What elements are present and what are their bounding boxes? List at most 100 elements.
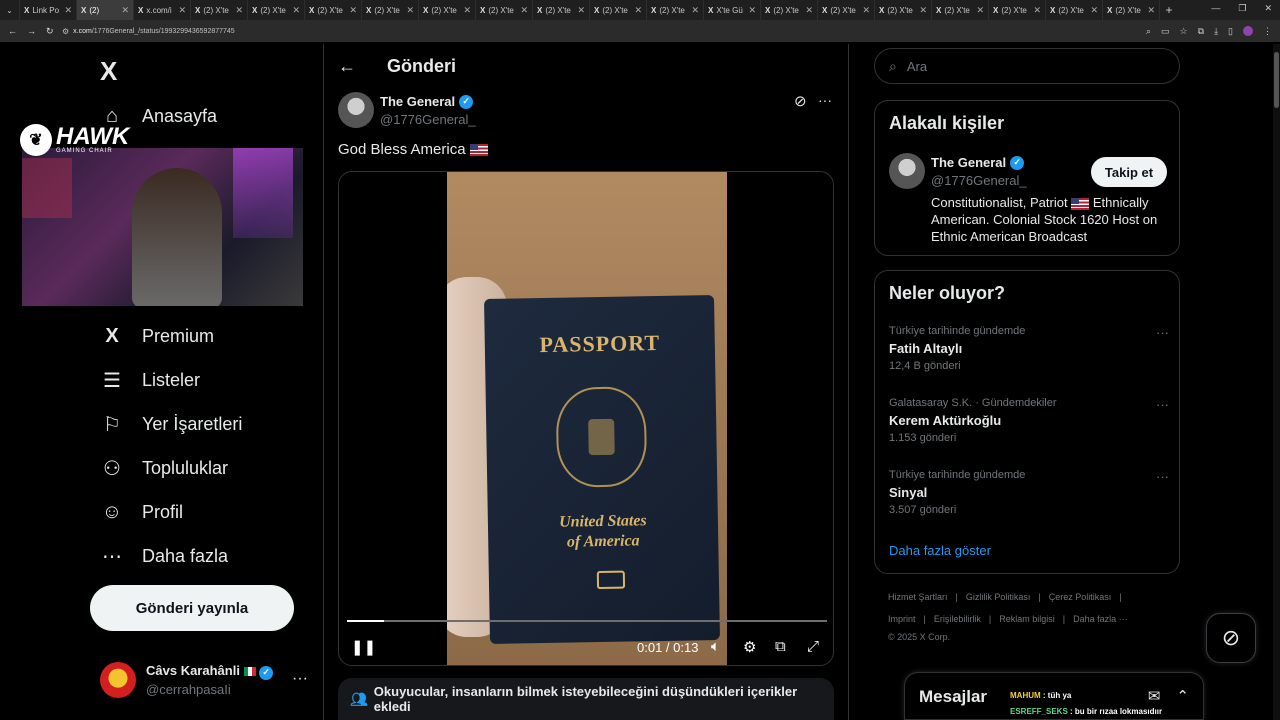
footer-link[interactable]: Reklam bilgisi [999, 614, 1055, 624]
tab-close-icon[interactable]: ✕ [748, 5, 756, 16]
footer-link[interactable]: Hizmet Şartları [888, 592, 948, 602]
browser-tab[interactable]: X (2) X'te ✕ [305, 0, 362, 20]
tab-close-icon[interactable]: ✕ [577, 5, 585, 16]
browser-tab[interactable]: X (2) X'te ✕ [989, 0, 1046, 20]
tab-close-icon[interactable]: ✕ [349, 5, 357, 16]
browser-tab[interactable]: X (2) X'te ✕ [761, 0, 818, 20]
star-icon[interactable]: ☆ [1180, 26, 1188, 37]
tab-close-icon[interactable]: ✕ [862, 5, 870, 16]
download-icon[interactable]: ⤓ [1214, 26, 1218, 37]
profile-avatar[interactable] [1243, 26, 1253, 36]
browser-tab[interactable]: X (2) X'te ✕ [647, 0, 704, 20]
tab-close-icon[interactable]: ✕ [292, 5, 300, 16]
x-logo-icon[interactable]: X [100, 56, 117, 87]
browser-tab[interactable]: X (2) X'te ✕ [191, 0, 248, 20]
expand-icon[interactable]: ⌃ [1176, 687, 1189, 705]
account-switcher[interactable]: Câvs Karahânli ✓ @cerrahpasaIi ··· [100, 658, 320, 702]
trend-item[interactable]: Türkiye tarihinde gündemde Sinyal 3.507 … [889, 469, 1169, 516]
post-button[interactable]: Gönderi yayınla [90, 585, 294, 631]
reload-icon[interactable]: ↻ [46, 26, 54, 37]
tab-close-icon[interactable]: ✕ [406, 5, 414, 16]
browser-tab[interactable]: X (2) X'te ✕ [590, 0, 647, 20]
browser-tab[interactable]: X (2) ✕ [77, 0, 134, 20]
search-input[interactable]: ⌕ Ara [874, 48, 1180, 84]
footer-link[interactable]: Erişilebilirlik [934, 614, 981, 624]
account-more-icon[interactable]: ··· [292, 670, 308, 688]
browser-tab[interactable]: X (2) X'te ✕ [932, 0, 989, 20]
grok-icon[interactable]: ⊘ [794, 92, 807, 110]
footer-link[interactable]: Daha fazla ··· [1073, 614, 1128, 624]
nav-profile[interactable]: ☺ Profil [100, 500, 183, 524]
browser-tab[interactable]: X (2) X'te ✕ [248, 0, 305, 20]
tab-close-icon[interactable]: ✕ [1147, 5, 1155, 16]
community-note[interactable]: 👥︎ Okuyucular, insanların bilmek isteyeb… [338, 678, 834, 720]
tab-close-icon[interactable]: ✕ [121, 5, 129, 16]
browser-tab[interactable]: X Link Po ✕ [20, 0, 77, 20]
tab-close-icon[interactable]: ✕ [976, 5, 984, 16]
zoom-icon[interactable]: ⌕ [1146, 26, 1151, 37]
volume-icon[interactable]: 🔈︎ [711, 638, 720, 655]
settings-gear-icon[interactable]: ⚙ [743, 638, 756, 656]
page-scrollbar[interactable] [1273, 44, 1280, 720]
browser-tab[interactable]: X (2) X'te ✕ [533, 0, 590, 20]
related-handle[interactable]: @1776General_ [931, 173, 1027, 188]
related-avatar[interactable] [889, 153, 925, 189]
pip-icon[interactable]: ⧉ [775, 638, 786, 655]
browser-tab[interactable]: X (2) X'te ✕ [476, 0, 533, 20]
browser-tab[interactable]: X X'te Gü ✕ [704, 0, 761, 20]
site-info-icon[interactable]: ⚙ [62, 27, 69, 36]
menu-icon[interactable]: ⋮ [1263, 26, 1272, 37]
nav-bookmarks[interactable]: ⚐ Yer İşaretleri [100, 412, 242, 436]
tab-close-icon[interactable]: ✕ [520, 5, 528, 16]
tab-close-icon[interactable]: ✕ [1033, 5, 1041, 16]
trend-more-icon[interactable]: ··· [1156, 325, 1169, 340]
tab-close-icon[interactable]: ✕ [691, 5, 699, 16]
fullscreen-icon[interactable]: ⤢ [807, 638, 819, 655]
maximize-icon[interactable]: ❐ [1238, 3, 1246, 14]
footer-link[interactable]: Çerez Politikası [1049, 592, 1112, 602]
follow-button[interactable]: Takip et [1091, 157, 1167, 187]
browser-tab[interactable]: X (2) X'te ✕ [419, 0, 476, 20]
url-field[interactable]: x.com/1776General_/status/19932994365928… [73, 28, 235, 35]
nav-communities[interactable]: ⚇ Topluluklar [100, 456, 228, 480]
browser-tab[interactable]: X (2) X'te ✕ [875, 0, 932, 20]
tweet-author-handle[interactable]: @1776General_ [380, 112, 476, 127]
nav-more[interactable]: ⋯ Daha fazla [100, 544, 228, 568]
browser-tab[interactable]: X (2) X'te ✕ [818, 0, 875, 20]
minimize-icon[interactable]: — [1211, 3, 1220, 14]
trend-more-icon[interactable]: ··· [1156, 469, 1169, 484]
pause-icon[interactable]: ❚❚ [351, 638, 376, 656]
show-more-link[interactable]: Daha fazla göster [889, 543, 991, 558]
tab-close-icon[interactable]: ✕ [235, 5, 243, 16]
related-name[interactable]: The General ✓ [931, 155, 1025, 170]
tab-close-icon[interactable]: ✕ [64, 5, 72, 16]
tweet-author-name[interactable]: The General ✓ [380, 94, 474, 109]
tab-list-button[interactable]: ⌄ [0, 0, 20, 20]
footer-link[interactable]: Imprint [888, 614, 916, 624]
back-arrow-icon[interactable]: ← [338, 56, 356, 77]
new-tab-button[interactable]: + [1160, 3, 1178, 17]
tab-close-icon[interactable]: ✕ [919, 5, 927, 16]
tab-close-icon[interactable]: ✕ [463, 5, 471, 16]
tweet-author-avatar[interactable] [338, 92, 374, 128]
browser-tab[interactable]: X (2) X'te ✕ [362, 0, 419, 20]
close-window-icon[interactable]: ✕ [1264, 3, 1272, 14]
tab-close-icon[interactable]: ✕ [634, 5, 642, 16]
trend-item[interactable]: Galatasaray S.K. · Gündemdekiler Kerem A… [889, 397, 1169, 444]
tab-close-icon[interactable]: ✕ [178, 5, 186, 16]
nav-lists[interactable]: ☰ Listeler [100, 368, 200, 392]
extensions-icon[interactable]: ⧉ [1198, 26, 1204, 37]
scrollbar-thumb[interactable] [1274, 52, 1279, 108]
nav-premium[interactable]: X Premium [100, 324, 214, 348]
video-progress-bar[interactable] [347, 620, 827, 622]
sidepanel-icon[interactable]: ▯ [1228, 26, 1233, 37]
cast-icon[interactable]: ▭ [1161, 26, 1170, 37]
tab-close-icon[interactable]: ✕ [1090, 5, 1098, 16]
trend-more-icon[interactable]: ··· [1156, 397, 1169, 412]
browser-tab[interactable]: X (2) X'te ✕ [1046, 0, 1103, 20]
back-nav-icon[interactable]: ← [8, 26, 17, 37]
browser-tab[interactable]: X (2) X'te ✕ [1103, 0, 1160, 20]
tab-close-icon[interactable]: ✕ [805, 5, 813, 16]
grok-button[interactable]: ⊘ [1206, 613, 1256, 663]
browser-tab[interactable]: Xx.com/i ✕ [134, 0, 191, 20]
